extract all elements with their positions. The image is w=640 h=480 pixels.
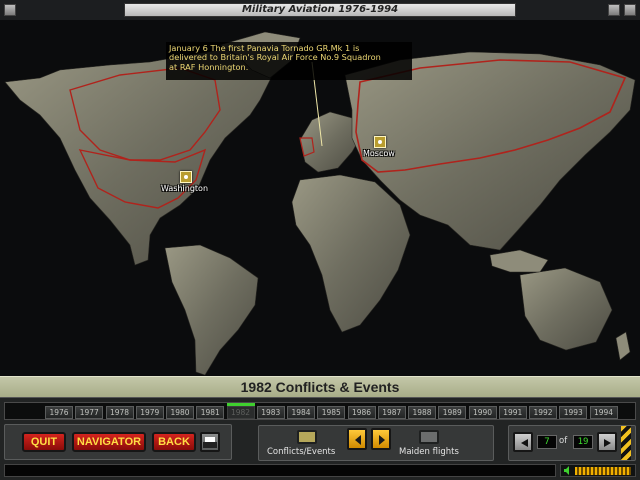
conflicts-events-toggle[interactable] <box>297 430 317 444</box>
navigator-button[interactable]: NAVIGATOR <box>72 432 146 452</box>
year-tab-1982[interactable]: 1982 <box>226 403 255 419</box>
australia <box>519 267 613 351</box>
year-tab-1976[interactable]: 1976 <box>45 406 73 419</box>
maiden-flights-toggle[interactable] <box>419 430 439 444</box>
year-tab-1983[interactable]: 1983 <box>256 406 285 419</box>
maximize-icon[interactable] <box>624 4 636 16</box>
title-bar: Military Aviation 1976-1994 <box>0 0 640 20</box>
next-page-button[interactable] <box>597 432 617 452</box>
control-panel: 1976 1977 1978 1979 1980 1981 1982 1983 1984 1985… <box>0 398 640 480</box>
moscow-marker-icon[interactable] <box>374 136 386 148</box>
mode-selector: Conflicts/Events Maiden flights <box>258 425 494 461</box>
app-window: Military Aviation 1976-1994 January 6 Th… <box>0 0 640 480</box>
year-tab-1990[interactable]: 1990 <box>468 406 497 419</box>
maiden-flights-label: Maiden flights <box>399 447 459 457</box>
year-tab-1981[interactable]: 1981 <box>196 406 225 419</box>
europe <box>299 111 361 173</box>
audio-control[interactable] <box>560 464 636 477</box>
next-event-button[interactable] <box>371 428 391 450</box>
year-tab-1985[interactable]: 1985 <box>317 406 346 419</box>
new-zealand <box>615 331 631 361</box>
conflicts-events-label: Conflicts/Events <box>267 447 336 457</box>
back-button[interactable]: BACK <box>152 432 196 452</box>
africa <box>291 174 411 333</box>
page-of-label: of <box>559 436 568 446</box>
year-strip: 1976 1977 1978 1979 1980 1981 1982 1983 1984 1985… <box>4 402 636 420</box>
speaker-icon <box>564 466 569 475</box>
year-tab-1988[interactable]: 1988 <box>408 406 436 419</box>
arrow-right-icon <box>379 435 385 445</box>
arrow-left-icon <box>521 439 528 447</box>
window-title: Military Aviation 1976-1994 <box>124 3 516 17</box>
printer-body <box>203 442 217 448</box>
south-america <box>164 244 259 376</box>
prev-page-button[interactable] <box>513 432 533 452</box>
indonesia <box>489 249 549 273</box>
city-label-moscow: Moscow <box>363 149 395 158</box>
year-tab-1979[interactable]: 1979 <box>135 406 164 419</box>
minimize-icon[interactable] <box>608 4 620 16</box>
year-tab-1987[interactable]: 1987 <box>377 406 406 419</box>
year-tab-1986[interactable]: 1986 <box>347 406 376 419</box>
page-navigator: 7 of 19 <box>508 425 636 461</box>
arrow-left-icon <box>355 435 361 445</box>
world-map[interactable]: January 6 The first Panavia Tornado GR.M… <box>0 20 640 376</box>
city-label-washington: Washington <box>161 184 209 193</box>
current-page: 7 <box>537 435 557 449</box>
year-tab-1989[interactable]: 1989 <box>438 406 467 419</box>
volume-slider[interactable] <box>575 467 631 475</box>
status-bar <box>4 464 556 477</box>
year-tab-1992[interactable]: 1992 <box>529 406 557 419</box>
arrow-right-icon <box>604 439 611 447</box>
section-heading: 1982 Conflicts & Events <box>0 376 640 398</box>
year-tab-1978[interactable]: 1978 <box>105 406 134 419</box>
quit-button[interactable]: QUIT <box>22 432 66 452</box>
close-icon[interactable] <box>4 4 16 16</box>
washington-marker-icon[interactable] <box>180 171 192 183</box>
year-tab-1980[interactable]: 1980 <box>166 406 194 419</box>
hazard-stripes <box>621 426 631 460</box>
year-tab-1991[interactable]: 1991 <box>498 406 527 419</box>
event-description: January 6 The first Panavia Tornado GR.M… <box>166 42 412 80</box>
printer-icon[interactable] <box>200 432 220 452</box>
year-tab-1993[interactable]: 1993 <box>559 406 588 419</box>
total-pages: 19 <box>573 435 593 449</box>
year-tab-1994[interactable]: 1994 <box>589 406 618 419</box>
year-tab-1984[interactable]: 1984 <box>287 406 315 419</box>
control-row: QUIT NAVIGATOR BACK Conflicts/Events Mai… <box>0 424 640 462</box>
prev-event-button[interactable] <box>347 428 367 450</box>
year-tab-1977[interactable]: 1977 <box>75 406 104 419</box>
